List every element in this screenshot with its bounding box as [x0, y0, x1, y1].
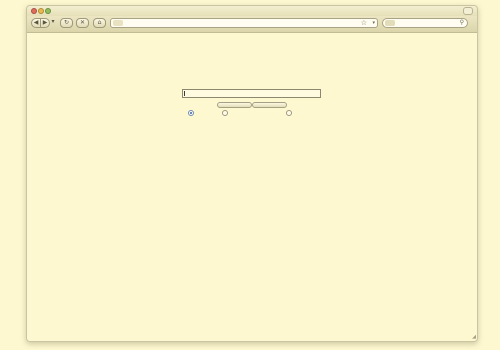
- search-icon[interactable]: ⚲: [460, 19, 464, 27]
- history-dropdown-button[interactable]: ▾: [50, 18, 56, 28]
- submit-button[interactable]: [217, 102, 252, 108]
- desktop: ◀ ▶ ▾ ↻ ✕ ⌂ ☆ ▾ ⚲ ◢: [0, 0, 500, 350]
- forward-arrow-icon: ▶: [42, 19, 48, 26]
- chevron-down-icon: ▾: [51, 18, 55, 25]
- address-bar[interactable]: ☆ ▾: [110, 18, 378, 28]
- close-window-button[interactable]: [31, 8, 37, 14]
- site-identity-icon[interactable]: [113, 20, 123, 26]
- bookmark-star-icon[interactable]: ☆: [361, 19, 367, 27]
- chevron-down-icon[interactable]: ▾: [372, 19, 375, 27]
- minimize-window-button[interactable]: [38, 8, 44, 14]
- toolbar-toggle-button[interactable]: [463, 7, 473, 15]
- title-bar: [27, 6, 477, 16]
- resize-grip-icon[interactable]: ◢: [470, 334, 476, 340]
- maximize-window-button[interactable]: [45, 8, 51, 14]
- reload-icon: ↻: [63, 19, 70, 26]
- home-button[interactable]: ⌂: [93, 18, 106, 28]
- browser-window: ◀ ▶ ▾ ↻ ✕ ⌂ ☆ ▾ ⚲ ◢: [26, 5, 478, 342]
- text-caret: [184, 91, 185, 96]
- radio-option-1[interactable]: [188, 110, 194, 116]
- stop-icon: ✕: [79, 19, 86, 26]
- radio-option-3[interactable]: [286, 110, 292, 116]
- page-content: ◢: [27, 33, 477, 341]
- forward-button[interactable]: ▶: [41, 18, 50, 28]
- query-input[interactable]: [182, 89, 321, 98]
- navigation-toolbar: ◀ ▶ ▾ ↻ ✕ ⌂ ☆ ▾ ⚲: [27, 16, 477, 33]
- search-bar[interactable]: ⚲: [382, 18, 468, 28]
- reload-button[interactable]: ↻: [60, 18, 73, 28]
- home-icon: ⌂: [97, 19, 102, 26]
- search-engine-icon[interactable]: [385, 20, 395, 26]
- stop-button[interactable]: ✕: [76, 18, 89, 28]
- secondary-button[interactable]: [252, 102, 287, 108]
- back-arrow-icon: ◀: [33, 19, 39, 26]
- radio-option-2[interactable]: [222, 110, 228, 116]
- back-button[interactable]: ◀: [31, 18, 41, 28]
